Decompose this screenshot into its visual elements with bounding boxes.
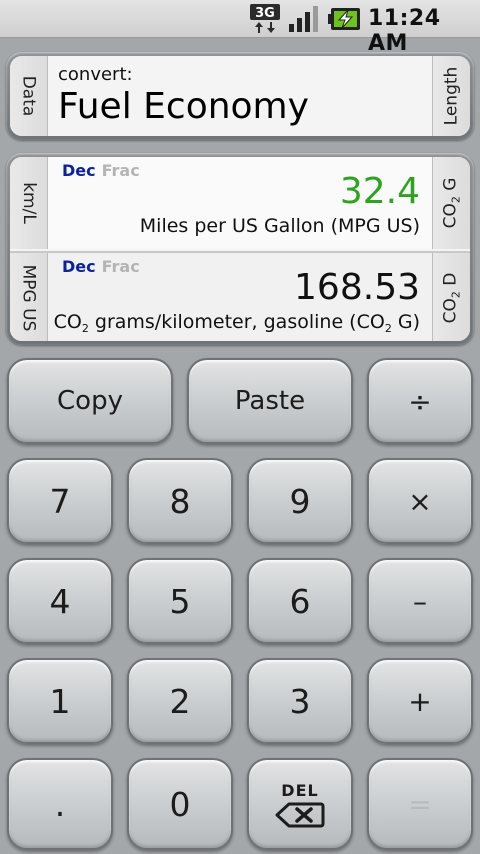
data-tab[interactable]: Data	[10, 56, 48, 136]
co2-d-co: CO	[440, 298, 461, 324]
digit-0-label: 0	[169, 784, 191, 824]
unit-sub2: 2	[384, 322, 392, 335]
category-panel: Data convert: Fuel Economy Length	[6, 52, 474, 140]
svg-text:3G: 3G	[255, 6, 275, 21]
input-unit[interactable]: CO2 grams/kilometer, gasoline (CO2 G)	[54, 311, 420, 335]
digit-5-label: 5	[169, 581, 191, 621]
paste-button[interactable]: Paste	[187, 358, 353, 444]
divide-button[interactable]: ÷	[367, 358, 473, 444]
result-unit[interactable]: Miles per US Gallon (MPG US)	[140, 215, 420, 237]
digit-1-label: 1	[49, 681, 71, 721]
digit-8-label: 8	[169, 481, 191, 521]
co2-d-suffix: D	[440, 272, 461, 292]
result-value: 32.4	[339, 171, 420, 212]
digit-9-button[interactable]: 9	[247, 458, 353, 544]
delete-button[interactable]: DEL	[247, 758, 353, 850]
result-row[interactable]: km/L Dec Frac 32.4 Miles per US Gallon (M…	[10, 157, 470, 249]
unit-end: G)	[391, 311, 420, 333]
digit-3-button[interactable]: 3	[247, 658, 353, 744]
digit-4-label: 4	[49, 581, 71, 621]
3g-data-icon: 3G	[250, 4, 280, 33]
digit-4-button[interactable]: 4	[7, 558, 113, 644]
plus-label: +	[408, 684, 432, 718]
equals-label: =	[408, 787, 432, 821]
number-format-toggle[interactable]: Dec Frac	[62, 161, 140, 180]
multiply-label: ×	[408, 484, 432, 518]
digit-9-label: 9	[289, 481, 311, 521]
digit-7-button[interactable]: 7	[7, 458, 113, 544]
co2-diesel-tab[interactable]: CO2 D	[432, 253, 470, 341]
unit-co: CO	[53, 311, 82, 333]
copy-label: Copy	[57, 386, 123, 416]
digit-0-button[interactable]: 0	[127, 758, 233, 850]
digit-6-button[interactable]: 6	[247, 558, 353, 644]
length-tab-label: Length	[441, 66, 462, 126]
unit-mid: grams/kilometer, gasoline (CO	[88, 311, 385, 333]
row2-left-label: MPG US	[18, 264, 39, 332]
multiply-button[interactable]: ×	[367, 458, 473, 544]
digit-6-label: 6	[289, 581, 311, 621]
category-title[interactable]: Fuel Economy	[58, 86, 309, 127]
digit-2-button[interactable]: 2	[127, 658, 233, 744]
status-bar: 3G 11:24 AM	[0, 0, 480, 56]
input-value: 168.53	[294, 267, 420, 308]
value-panel: km/L Dec Frac 32.4 Miles per US Gallon (M…	[6, 153, 474, 345]
number-format-toggle[interactable]: Dec Frac	[62, 257, 140, 276]
length-tab[interactable]: Length	[432, 56, 470, 136]
equals-button[interactable]: =	[367, 758, 473, 850]
digit-5-button[interactable]: 5	[127, 558, 233, 644]
co2-g-sub: 2	[449, 196, 463, 204]
digit-3-label: 3	[289, 681, 311, 721]
row1-left-label: km/L	[18, 182, 39, 224]
row2-right-label: CO2 D	[441, 273, 463, 324]
digit-7-label: 7	[49, 481, 71, 521]
frac-format-option[interactable]: Frac	[102, 161, 140, 180]
dec-format-option[interactable]: Dec	[62, 161, 96, 180]
digit-1-button[interactable]: 1	[7, 658, 113, 744]
co2-g-co: CO	[440, 203, 461, 229]
input-row[interactable]: MPG US Dec Frac 168.53 CO2 grams/kilomete…	[10, 251, 470, 341]
co2-d-sub: 2	[449, 291, 463, 299]
paste-label: Paste	[234, 386, 306, 416]
minus-button[interactable]: –	[367, 558, 473, 644]
copy-button[interactable]: Copy	[7, 358, 173, 444]
km-per-liter-tab[interactable]: km/L	[10, 157, 48, 249]
minus-label: –	[413, 584, 427, 618]
co2-gasoline-tab[interactable]: CO2 G	[432, 157, 470, 249]
digit-8-button[interactable]: 8	[127, 458, 233, 544]
status-time: 11:24 AM	[368, 6, 441, 56]
convert-label: convert:	[58, 64, 133, 85]
signal-icon	[289, 6, 318, 32]
mpg-us-tab[interactable]: MPG US	[10, 253, 48, 341]
battery-charging-icon	[328, 8, 360, 30]
frac-format-option[interactable]: Frac	[102, 257, 140, 276]
co2-g-suffix: G	[440, 177, 461, 197]
unit-sub: 2	[81, 322, 89, 335]
decimal-point-label: .	[54, 784, 66, 824]
divide-label: ÷	[408, 384, 432, 418]
plus-button[interactable]: +	[367, 658, 473, 744]
dec-format-option[interactable]: Dec	[62, 257, 96, 276]
decimal-point-button[interactable]: .	[7, 758, 113, 850]
digit-2-label: 2	[169, 681, 191, 721]
delete-label: DEL	[281, 780, 319, 800]
data-tab-label: Data	[18, 75, 39, 117]
backspace-icon	[275, 802, 325, 827]
row1-right-label: CO2 G	[441, 178, 463, 229]
